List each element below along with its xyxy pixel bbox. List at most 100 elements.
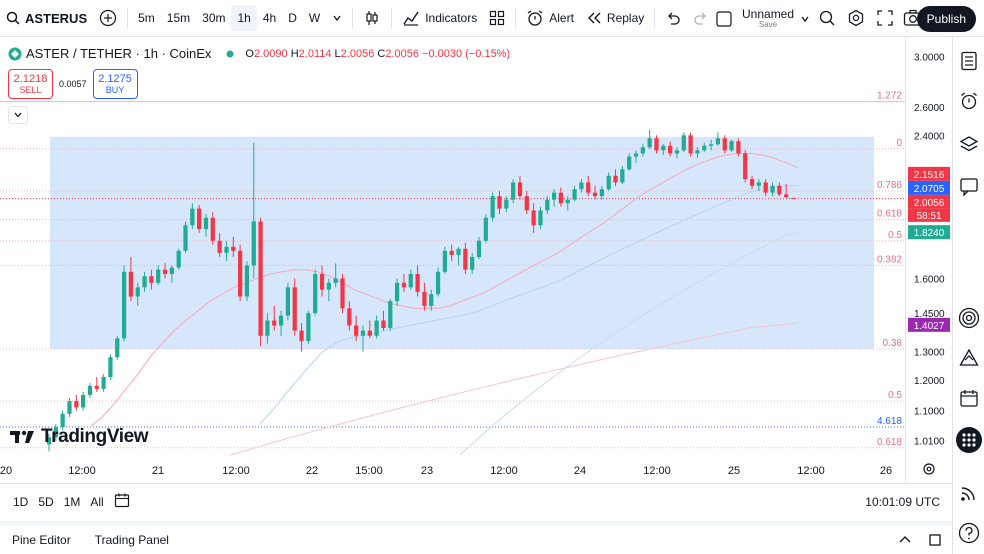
candle-body bbox=[531, 210, 536, 226]
price-label-badge: 2.0056 58:51 bbox=[908, 194, 950, 222]
price-chart[interactable]: 1.272 0 0.786 0.618 0.5 0.382 0.38 0.5 4.618 0.61… bbox=[0, 37, 905, 483]
candle bbox=[313, 269, 318, 316]
chart-type-button[interactable] bbox=[357, 0, 387, 37]
ideas-button[interactable] bbox=[953, 348, 984, 368]
quick-search-button[interactable] bbox=[818, 9, 836, 30]
expand-panel-button[interactable] bbox=[898, 533, 912, 547]
replay-button[interactable]: Replay bbox=[580, 0, 650, 37]
interval-30m[interactable]: 30m bbox=[196, 0, 231, 37]
open-label: O bbox=[245, 47, 254, 60]
range-1m[interactable]: 1M bbox=[59, 495, 86, 509]
fib-zone bbox=[50, 136, 874, 349]
sell-price: 2.1218 bbox=[13, 73, 48, 85]
price-label-text: 1.8240 bbox=[914, 228, 945, 239]
candle-body bbox=[217, 240, 222, 253]
object-tree-button[interactable] bbox=[953, 135, 984, 153]
candle-body bbox=[558, 192, 564, 204]
stream-button[interactable] bbox=[953, 483, 984, 503]
undo-button[interactable] bbox=[659, 0, 687, 37]
candle-body bbox=[415, 274, 420, 292]
indicators-icon bbox=[403, 11, 419, 26]
candle bbox=[176, 248, 181, 270]
layout-menu[interactable]: Unnamed Save bbox=[716, 0, 810, 37]
price-label-text: 2.0056 bbox=[914, 198, 945, 209]
candle-body bbox=[545, 199, 550, 211]
trading-panel-tab[interactable]: Trading Panel bbox=[83, 533, 181, 547]
templates-button[interactable] bbox=[483, 0, 511, 37]
list-icon bbox=[961, 51, 977, 71]
fib-level-label: 0.38 bbox=[883, 338, 903, 349]
pine-editor-tab[interactable]: Pine Editor bbox=[0, 533, 83, 547]
range-5d[interactable]: 5D bbox=[33, 495, 58, 509]
time-tick-label: 26 bbox=[880, 465, 892, 477]
legend-title[interactable]: ASTER / TETHER · 1h · CoinEx bbox=[26, 46, 211, 61]
products-button[interactable] bbox=[953, 427, 984, 453]
chevron-down-icon bbox=[333, 15, 341, 22]
interval-dropdown[interactable] bbox=[326, 0, 348, 37]
top-toolbar: ASTERUS 5m 15m 30m 1h 4h D W Indicators … bbox=[0, 0, 984, 37]
sell-button[interactable]: 2.1218 SELL bbox=[8, 69, 53, 99]
divider bbox=[515, 8, 517, 28]
low-value: 2.0056 bbox=[340, 47, 375, 60]
candles-icon bbox=[366, 11, 378, 25]
trade-panel: 2.1218 SELL 0.0057 2.1275 BUY bbox=[8, 69, 138, 99]
interval-w[interactable]: W bbox=[303, 0, 326, 37]
interval-4h[interactable]: 4h bbox=[257, 0, 282, 37]
publish-button[interactable]: Publish bbox=[916, 6, 976, 32]
chats-button[interactable] bbox=[953, 177, 984, 197]
price-label-badge: 2.0705 bbox=[908, 180, 950, 195]
maximize-panel-button[interactable] bbox=[928, 533, 942, 550]
candle-body bbox=[238, 250, 243, 297]
candle-body bbox=[538, 210, 543, 226]
interval-5m[interactable]: 5m bbox=[132, 0, 161, 37]
settings-button[interactable] bbox=[847, 9, 865, 30]
interval-d[interactable]: D bbox=[282, 0, 303, 37]
price-tick-label: 1.3000 bbox=[914, 348, 945, 359]
range-all[interactable]: All bbox=[85, 495, 108, 509]
tradingview-logo[interactable]: TradingView bbox=[10, 426, 149, 448]
candle-body bbox=[197, 208, 202, 230]
utc-clock[interactable]: 10:01:09 UTC bbox=[865, 495, 940, 509]
watchlist-button[interactable] bbox=[953, 51, 984, 71]
price-tick-label: 1.1000 bbox=[914, 407, 945, 418]
candle-body bbox=[278, 315, 284, 326]
candle-body bbox=[176, 250, 181, 268]
time-tick-label: 12:00 bbox=[222, 465, 250, 477]
candle-body bbox=[504, 199, 509, 209]
gear-hub bbox=[926, 466, 932, 472]
fullscreen-button[interactable] bbox=[876, 9, 894, 30]
candle-body bbox=[285, 287, 291, 316]
candle bbox=[306, 310, 311, 344]
help-button[interactable] bbox=[953, 522, 984, 544]
compare-button[interactable] bbox=[93, 0, 123, 37]
candle-body bbox=[224, 246, 229, 253]
plus-circle-icon bbox=[100, 9, 117, 27]
footer-panel-tabs: Pine Editor Trading Panel bbox=[0, 521, 952, 554]
target-button[interactable] bbox=[953, 307, 984, 329]
redo-button[interactable] bbox=[687, 0, 715, 37]
symbol-search[interactable]: ASTERUS bbox=[0, 0, 93, 37]
interval-1h[interactable]: 1h bbox=[231, 5, 257, 31]
time-tick-label: 20 bbox=[0, 465, 12, 477]
price-tick-label: 1.6000 bbox=[914, 274, 945, 285]
candle-body bbox=[394, 282, 400, 302]
candle-body bbox=[524, 196, 529, 211]
price-axis[interactable]: 3.0000 2.6000 2.4000 1.6000 1.4500 1.3000 1.20… bbox=[905, 37, 952, 483]
replay-label: Replay bbox=[606, 11, 645, 25]
candle bbox=[442, 246, 448, 275]
candle-body bbox=[470, 257, 475, 270]
candle-body bbox=[790, 198, 796, 200]
calendar-button[interactable] bbox=[953, 388, 984, 408]
candle-body bbox=[258, 221, 263, 336]
collapse-legend-button[interactable] bbox=[8, 106, 28, 124]
range-1d[interactable]: 1D bbox=[8, 495, 33, 509]
chart-pane[interactable]: 1.272 0 0.786 0.618 0.5 0.382 0.38 0.5 4.618 0.61… bbox=[0, 37, 905, 483]
alert-button[interactable]: Alert bbox=[520, 0, 580, 37]
alerts-button[interactable] bbox=[953, 91, 984, 111]
buy-button[interactable]: 2.1275 BUY bbox=[92, 69, 138, 99]
interval-15m[interactable]: 15m bbox=[161, 0, 196, 37]
candle-body bbox=[463, 248, 468, 270]
date-range-button[interactable] bbox=[109, 492, 135, 511]
indicators-button[interactable]: Indicators bbox=[396, 0, 483, 37]
tv-logo-icon bbox=[10, 430, 34, 443]
